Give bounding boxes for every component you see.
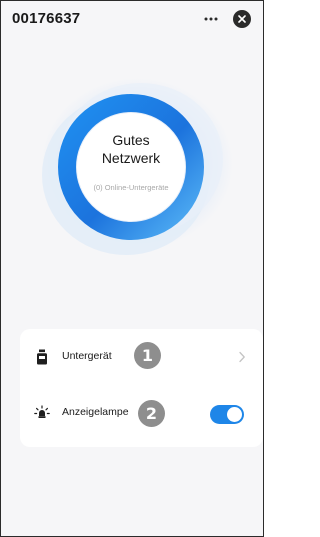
sub-device-label: Untergerät xyxy=(62,350,112,362)
network-status-text: Gutes Netzwerk (0) Online-Untergeräte xyxy=(76,131,186,192)
indicator-lamp-row: Anzeigelampe 2 xyxy=(20,387,263,441)
sub-device-row[interactable]: Untergerät 1 xyxy=(20,331,263,385)
toggle-knob xyxy=(227,407,242,422)
indicator-lamp-label: Anzeigelampe xyxy=(62,406,129,418)
settings-card: Untergerät 1 Anzeigelampe 2 xyxy=(20,329,263,447)
device-title: 00176637 xyxy=(12,10,81,27)
sub-device-icon xyxy=(34,348,50,366)
close-circle-icon xyxy=(238,15,246,23)
close-button[interactable] xyxy=(233,10,251,28)
more-button[interactable] xyxy=(201,10,221,28)
chevron-right-icon xyxy=(239,351,245,363)
online-devices-count: (0) Online-Untergeräte xyxy=(93,183,169,192)
indicator-lamp-toggle[interactable] xyxy=(210,405,244,424)
network-status-indicator: Gutes Netzwerk (0) Online-Untergeräte xyxy=(1,71,263,271)
lamp-icon xyxy=(34,404,50,422)
callout-badge-1: 1 xyxy=(134,342,161,369)
callout-badge-2: 2 xyxy=(138,400,165,427)
more-horizontal-icon xyxy=(204,17,218,21)
header-bar: 00176637 xyxy=(1,1,263,39)
status-line-2: Netzwerk xyxy=(101,150,161,166)
status-line-1: Gutes xyxy=(112,132,150,148)
app-screen: 00176637 Gutes Netzwerk (0) Online-Unter… xyxy=(0,0,264,537)
